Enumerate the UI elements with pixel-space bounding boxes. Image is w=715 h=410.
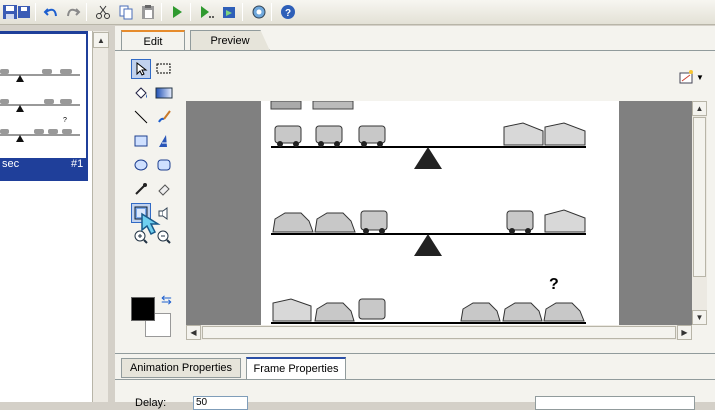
view-icon[interactable] [249,2,269,22]
question-mark-label: ? [549,276,559,293]
select-arrow-icon[interactable] [131,59,151,79]
scroll-down-icon[interactable]: ▼ [692,310,707,325]
vertical-scroll-thumb[interactable] [693,117,706,277]
editor-panel: Edit Preview ⇆ ▼ ? ▲ ▼ ◀ ▶ Animation Pro… [115,26,715,410]
export-icon[interactable] [219,2,239,22]
delay-label: Delay: [135,397,167,409]
effects-dropdown[interactable]: ▼ [678,68,704,86]
delay-input[interactable]: 50 [193,396,248,410]
eraser-icon[interactable] [154,179,174,199]
canvas-area[interactable]: ? [186,101,692,325]
scroll-up-icon[interactable]: ▲ [93,32,109,48]
frame-thumbnail[interactable]: ? sec #1 [0,31,88,181]
svg-text:?: ? [285,8,291,19]
tab-frame-properties[interactable]: Frame Properties [246,357,346,379]
ellipse-icon[interactable] [131,155,151,175]
chevron-down-icon: ▼ [696,72,704,82]
seesaw-3: ? [271,276,586,324]
copy-icon[interactable] [116,2,136,22]
play-from-frame-icon[interactable] [196,2,216,22]
scroll-right-icon[interactable]: ▶ [677,325,692,340]
main-toolbar: ? [0,0,715,25]
seesaw-2 [271,209,586,256]
frames-scrollbar[interactable]: ▲ [92,31,109,402]
line-icon[interactable] [131,107,151,127]
frame-thumbnail-preview: ? [0,34,86,158]
animation-stage[interactable]: ? [261,101,619,325]
frame-time-label: sec [2,158,20,170]
frame-number-label: #1 [71,158,84,170]
scroll-left-icon[interactable]: ◀ [186,325,201,340]
canvas-vertical-scrollbar[interactable]: ▲ ▼ [692,101,707,325]
wand-icon [679,70,693,84]
tab-preview[interactable]: Preview [190,30,270,51]
frames-pane: ? sec #1 [0,31,92,402]
swap-colors-icon[interactable]: ⇆ [161,292,172,308]
marquee-select-icon[interactable] [154,59,174,79]
brush-icon[interactable] [154,107,174,127]
eyedropper-icon[interactable] [131,179,151,199]
paste-icon[interactable] [138,2,158,22]
redo-icon[interactable] [63,2,83,22]
foreground-color-swatch[interactable] [131,297,155,321]
paint-bucket-icon[interactable] [131,83,151,103]
save-all-icon[interactable] [14,2,34,22]
text-icon[interactable] [154,131,174,151]
canvas-horizontal-scrollbar[interactable]: ◀ ▶ [186,325,692,340]
rounded-rectangle-icon[interactable] [154,155,174,175]
scroll-up-icon[interactable]: ▲ [692,101,707,116]
frame-option-checkbox[interactable] [535,396,695,410]
help-icon[interactable]: ? [278,2,298,22]
svg-text:?: ? [63,117,67,124]
undo-icon[interactable] [41,2,61,22]
tab-edit[interactable]: Edit [121,30,185,51]
cut-icon[interactable] [93,2,113,22]
rectangle-icon[interactable] [131,131,151,151]
seesaw-1 [270,101,586,169]
tab-animation-properties[interactable]: Animation Properties [121,358,241,378]
gradient-icon[interactable] [154,83,174,103]
play-icon[interactable] [167,2,187,22]
horizontal-scroll-thumb[interactable] [202,326,676,339]
properties-panel: Animation Properties Frame Properties De… [115,353,715,410]
hand-cursor-icon [140,212,164,239]
